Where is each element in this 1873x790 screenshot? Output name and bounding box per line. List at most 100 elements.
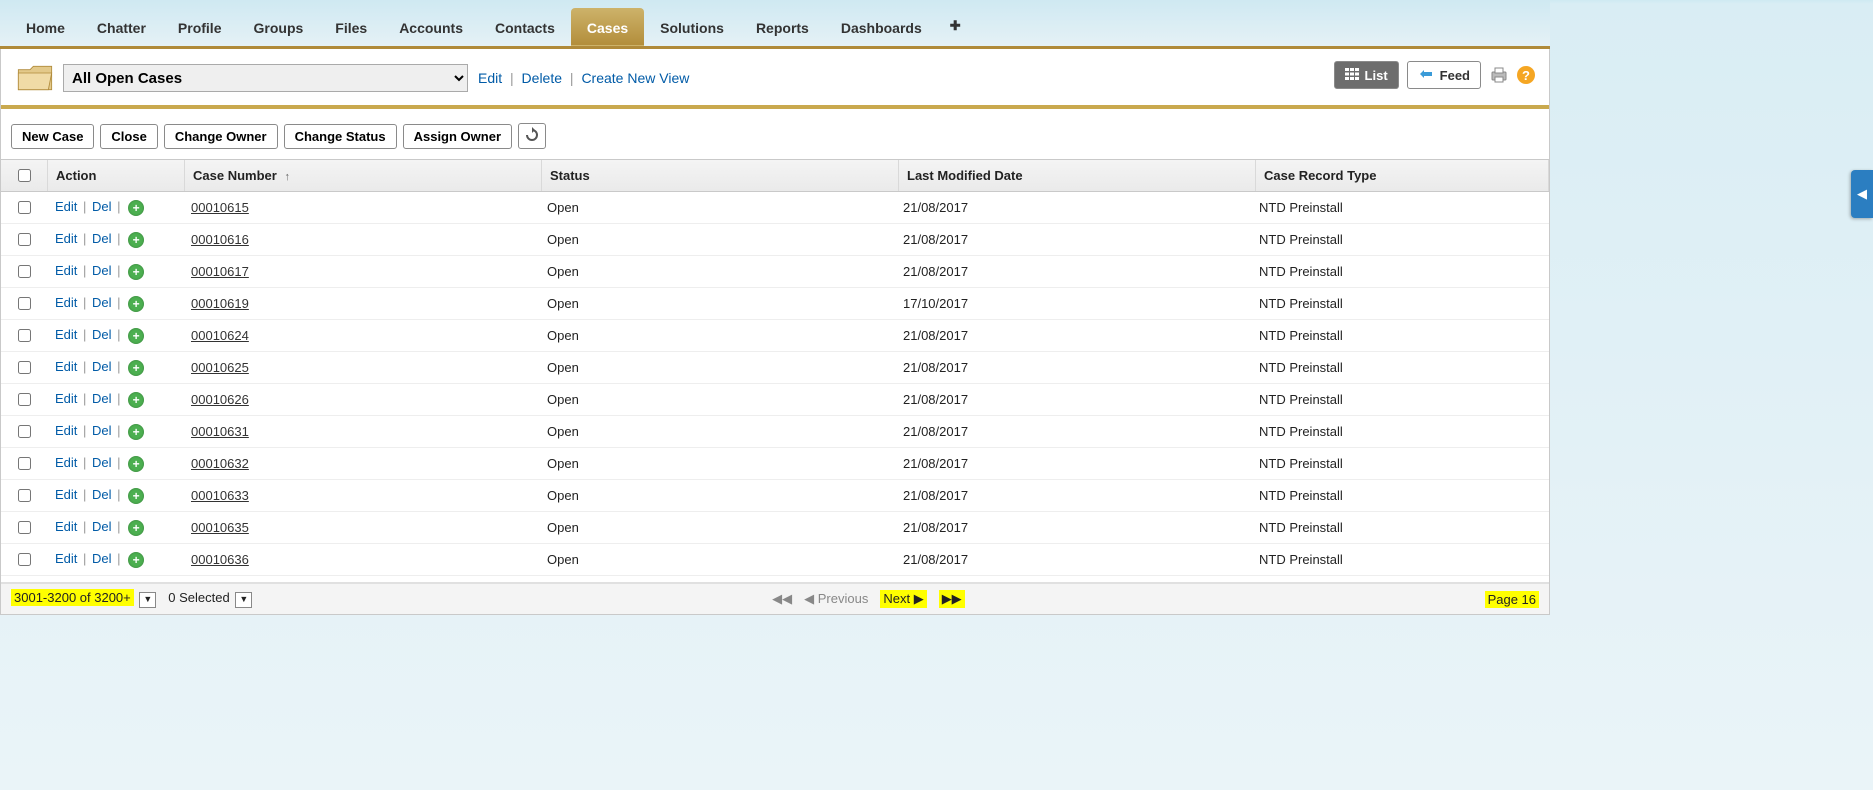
column-header-last-modified[interactable]: Last Modified Date (899, 160, 1256, 192)
delete-link[interactable]: Del (92, 327, 112, 342)
column-header-case-number[interactable]: Case Number ↑ (185, 160, 542, 192)
sidebar-collapser[interactable]: ◀ (1851, 170, 1873, 218)
edit-link[interactable]: Edit (55, 263, 77, 278)
create-view-link[interactable]: Create New View (581, 70, 689, 86)
last-page-icon[interactable]: ▶▶ (939, 590, 965, 608)
delete-link[interactable]: Del (92, 263, 112, 278)
case-number-link[interactable]: 00010625 (191, 360, 249, 375)
edit-link[interactable]: Edit (55, 423, 77, 438)
assign-owner-button[interactable]: Assign Owner (403, 124, 512, 149)
printer-icon[interactable] (1489, 65, 1509, 85)
nav-tab-accounts[interactable]: Accounts (383, 8, 479, 46)
case-number-link[interactable]: 00010624 (191, 328, 249, 343)
add-action-icon[interactable]: + (128, 328, 144, 344)
row-checkbox[interactable] (18, 393, 31, 406)
delete-link[interactable]: Del (92, 199, 112, 214)
nav-tab-reports[interactable]: Reports (740, 8, 825, 46)
nav-tab-contacts[interactable]: Contacts (479, 8, 571, 46)
row-checkbox[interactable] (18, 265, 31, 278)
nav-tab-cases[interactable]: Cases (571, 8, 644, 46)
previous-page-link[interactable]: ◀ Previous (804, 591, 868, 607)
row-checkbox[interactable] (18, 553, 31, 566)
add-action-icon[interactable]: + (128, 392, 144, 408)
add-action-icon[interactable]: + (128, 456, 144, 472)
edit-link[interactable]: Edit (55, 231, 77, 246)
add-action-icon[interactable]: + (128, 520, 144, 536)
view-select[interactable]: All Open Cases (63, 64, 468, 92)
new-case-button[interactable]: New Case (11, 124, 94, 149)
first-page-icon[interactable]: ◀◀ (772, 591, 792, 607)
case-number-link[interactable]: 00010619 (191, 296, 249, 311)
add-tab-button[interactable]: ✚ (938, 6, 973, 46)
list-toggle-button[interactable]: List (1334, 61, 1399, 89)
add-action-icon[interactable]: + (128, 424, 144, 440)
edit-link[interactable]: Edit (55, 551, 77, 566)
nav-tab-files[interactable]: Files (319, 8, 383, 46)
refresh-button[interactable] (518, 123, 546, 149)
nav-tab-home[interactable]: Home (10, 8, 81, 46)
delete-link[interactable]: Del (92, 359, 112, 374)
row-checkbox[interactable] (18, 457, 31, 470)
nav-tab-chatter[interactable]: Chatter (81, 8, 162, 46)
add-action-icon[interactable]: + (128, 232, 144, 248)
nav-tab-solutions[interactable]: Solutions (644, 8, 740, 46)
case-number-link[interactable]: 00010633 (191, 488, 249, 503)
add-action-icon[interactable]: + (128, 264, 144, 280)
nav-tab-profile[interactable]: Profile (162, 8, 238, 46)
delete-link[interactable]: Del (92, 391, 112, 406)
add-action-icon[interactable]: + (128, 296, 144, 312)
delete-link[interactable]: Del (92, 487, 112, 502)
edit-link[interactable]: Edit (55, 295, 77, 310)
delete-link[interactable]: Del (92, 519, 112, 534)
selected-dropdown[interactable]: ▼ (235, 592, 252, 608)
column-header-status[interactable]: Status (542, 160, 899, 192)
delete-link[interactable]: Del (92, 455, 112, 470)
case-number-link[interactable]: 00010616 (191, 232, 249, 247)
delete-link[interactable]: Del (92, 231, 112, 246)
case-number-link[interactable]: 00010632 (191, 456, 249, 471)
feed-toggle-button[interactable]: Feed (1407, 61, 1481, 89)
edit-link[interactable]: Edit (55, 455, 77, 470)
row-checkbox[interactable] (18, 521, 31, 534)
add-action-icon[interactable]: + (128, 200, 144, 216)
case-number-link[interactable]: 00010626 (191, 392, 249, 407)
case-number-link[interactable]: 00010615 (191, 200, 249, 215)
add-action-icon[interactable]: + (128, 360, 144, 376)
case-number-link[interactable]: 00010635 (191, 520, 249, 535)
case-number-link[interactable]: 00010636 (191, 552, 249, 567)
delete-link[interactable]: Del (92, 423, 112, 438)
next-page-link[interactable]: Next ▶ (880, 590, 926, 608)
column-header-action[interactable]: Action (48, 160, 185, 192)
delete-view-link[interactable]: Delete (522, 70, 562, 86)
range-dropdown[interactable]: ▼ (139, 592, 156, 608)
delete-link[interactable]: Del (92, 295, 112, 310)
case-number-link[interactable]: 00010617 (191, 264, 249, 279)
add-action-icon[interactable]: + (128, 488, 144, 504)
help-icon[interactable]: ? (1517, 66, 1535, 84)
row-checkbox[interactable] (18, 233, 31, 246)
row-checkbox[interactable] (18, 361, 31, 374)
edit-link[interactable]: Edit (55, 359, 77, 374)
select-all-checkbox[interactable] (18, 169, 31, 182)
row-checkbox[interactable] (18, 425, 31, 438)
edit-link[interactable]: Edit (55, 391, 77, 406)
delete-link[interactable]: Del (92, 551, 112, 566)
nav-tab-dashboards[interactable]: Dashboards (825, 8, 938, 46)
change-owner-button[interactable]: Change Owner (164, 124, 278, 149)
column-header-record-type[interactable]: Case Record Type (1256, 160, 1549, 192)
edit-view-link[interactable]: Edit (478, 70, 502, 86)
edit-link[interactable]: Edit (55, 487, 77, 502)
change-status-button[interactable]: Change Status (284, 124, 397, 149)
edit-link[interactable]: Edit (55, 199, 77, 214)
row-checkbox[interactable] (18, 329, 31, 342)
table-scroll-area[interactable]: Edit | Del | +00010615Open21/08/2017NTD … (1, 192, 1549, 583)
close-button[interactable]: Close (100, 124, 157, 149)
edit-link[interactable]: Edit (55, 327, 77, 342)
row-checkbox[interactable] (18, 201, 31, 214)
case-number-link[interactable]: 00010631 (191, 424, 249, 439)
add-action-icon[interactable]: + (128, 552, 144, 568)
row-checkbox[interactable] (18, 489, 31, 502)
row-checkbox[interactable] (18, 297, 31, 310)
nav-tab-groups[interactable]: Groups (238, 8, 320, 46)
edit-link[interactable]: Edit (55, 519, 77, 534)
